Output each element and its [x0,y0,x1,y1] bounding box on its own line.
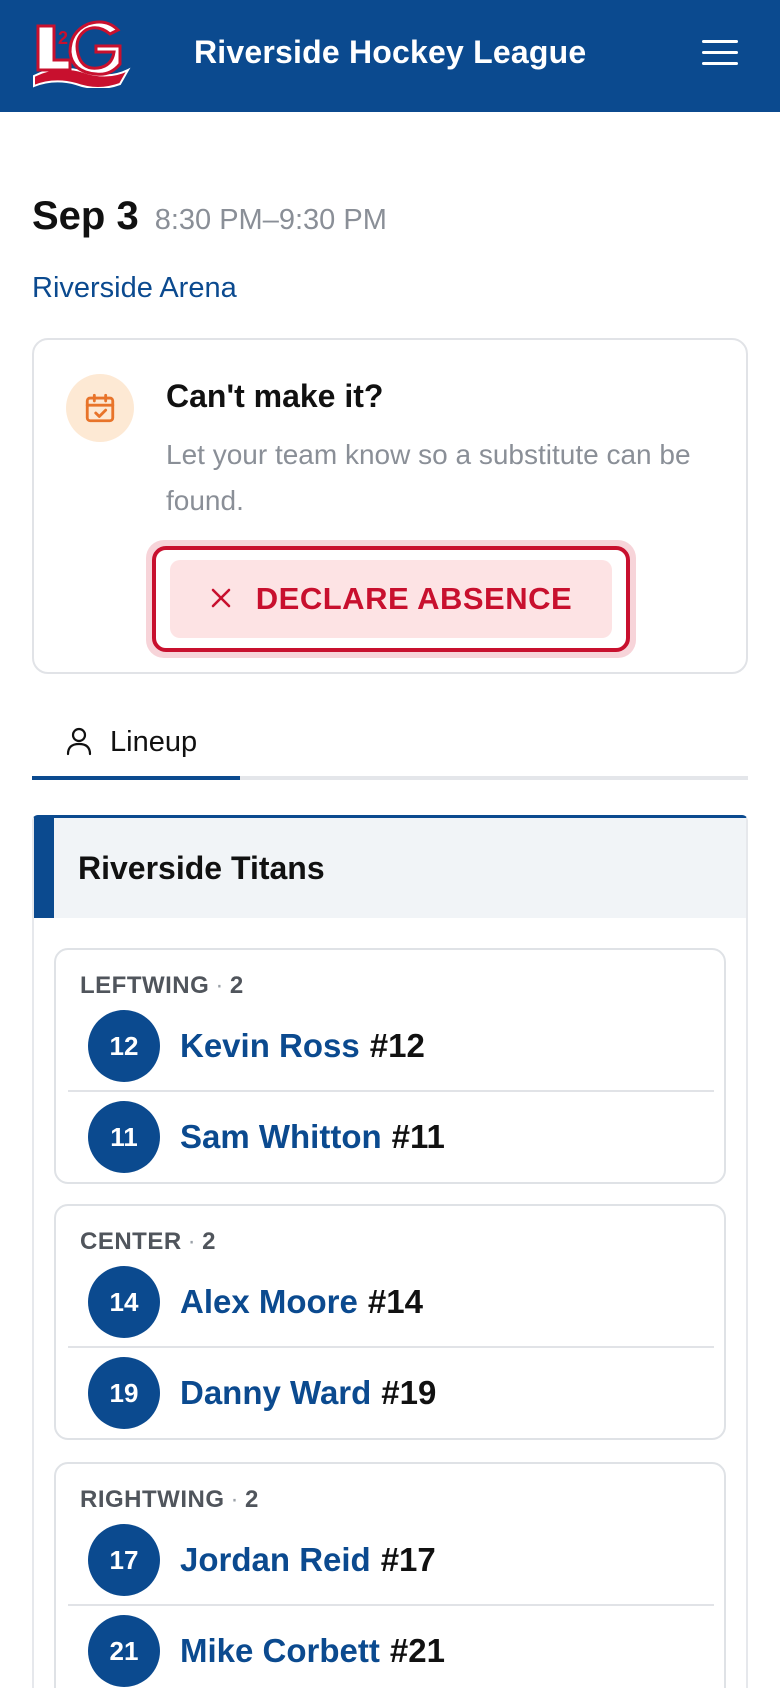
league-logo[interactable]: 2 [28,20,132,89]
top-bar: 2 Riverside Hockey League [0,0,780,112]
player-number: #21 [389,1632,445,1669]
player-number: #14 [367,1283,423,1320]
position-group-rightwing: RIGHTWING · 2 17 Jordan Reid #17 21 Mike C… [54,1462,726,1688]
tab-lineup[interactable]: Lineup [32,716,240,780]
jersey-badge: 17 [88,1524,160,1596]
player-name-link[interactable]: Jordan Reid [180,1541,371,1579]
team-panel: Riverside Titans LEFTWING · 2 12 Kevin Ros… [32,815,748,1688]
declare-absence-inner: DECLARE ABSENCE [170,560,612,638]
jersey-badge: 19 [88,1357,160,1429]
player-row[interactable]: 19 Danny Ward #19 [68,1348,714,1438]
position-count: 2 [229,972,244,999]
declare-absence-focus-ring: DECLARE ABSENCE [146,540,636,658]
declare-absence-label: DECLARE ABSENCE [255,581,573,616]
declare-absence-button[interactable]: DECLARE ABSENCE [152,546,630,652]
position-name: CENTER [80,1228,182,1255]
player-number: #12 [369,1027,425,1064]
position-group-center: CENTER · 2 14 Alex Moore #14 19 Danny Ward… [54,1204,726,1440]
jersey-badge: 14 [88,1266,160,1338]
team-name: Riverside Titans [78,850,325,886]
player-number: #19 [381,1374,437,1411]
absence-title: Can't make it? [166,378,384,414]
position-count: 2 [202,1228,217,1255]
person-icon [66,726,92,761]
jersey-badge: 11 [88,1101,160,1173]
player-row[interactable]: 17 Jordan Reid #17 [68,1516,714,1606]
position-header: RIGHTWING · 2 [80,1486,259,1513]
svg-text:2: 2 [58,28,68,48]
team-header: Riverside Titans [34,818,746,918]
absence-description: Let your team know so a substitute can b… [166,439,691,516]
event-time: 8:30 PM–9:30 PM [154,204,387,236]
event-date: Sep 3 [32,194,139,238]
calendar-check-icon [66,374,134,442]
app-title: Riverside Hockey League [194,34,587,70]
close-icon [210,587,232,612]
position-group-leftwing: LEFTWING · 2 12 Kevin Ross #12 11 Sam Whit… [54,948,726,1184]
player-row[interactable]: 12 Kevin Ross #12 [68,1002,714,1092]
tab-lineup-label: Lineup [110,726,198,758]
jersey-badge: 21 [88,1615,160,1687]
jersey-badge: 12 [88,1010,160,1082]
tab-active-indicator [32,776,240,780]
player-name-link[interactable]: Kevin Ross [180,1027,360,1065]
player-number: #17 [380,1541,436,1578]
event-datetime: Sep 3 8:30 PM–9:30 PM [32,194,387,239]
player-name-link[interactable]: Alex Moore [180,1283,358,1321]
position-count: 2 [244,1486,259,1513]
position-name: LEFTWING [80,972,210,999]
player-number: #11 [391,1118,445,1155]
absence-card: Can't make it? Let your team know so a s… [32,338,748,674]
player-name-link[interactable]: Sam Whitton [180,1118,382,1156]
player-row[interactable]: 11 Sam Whitton #11 [68,1092,714,1182]
hamburger-menu-icon[interactable] [700,36,740,70]
tab-bar: Lineup [32,716,748,780]
venue-link[interactable]: Riverside Arena [32,272,237,305]
position-name: RIGHTWING [80,1486,225,1513]
position-header: LEFTWING · 2 [80,972,244,999]
player-name-link[interactable]: Danny Ward [180,1374,371,1412]
player-row[interactable]: 21 Mike Corbett #21 [68,1606,714,1688]
player-name-link[interactable]: Mike Corbett [180,1632,380,1670]
position-header: CENTER · 2 [80,1228,217,1255]
player-row[interactable]: 14 Alex Moore #14 [68,1258,714,1348]
